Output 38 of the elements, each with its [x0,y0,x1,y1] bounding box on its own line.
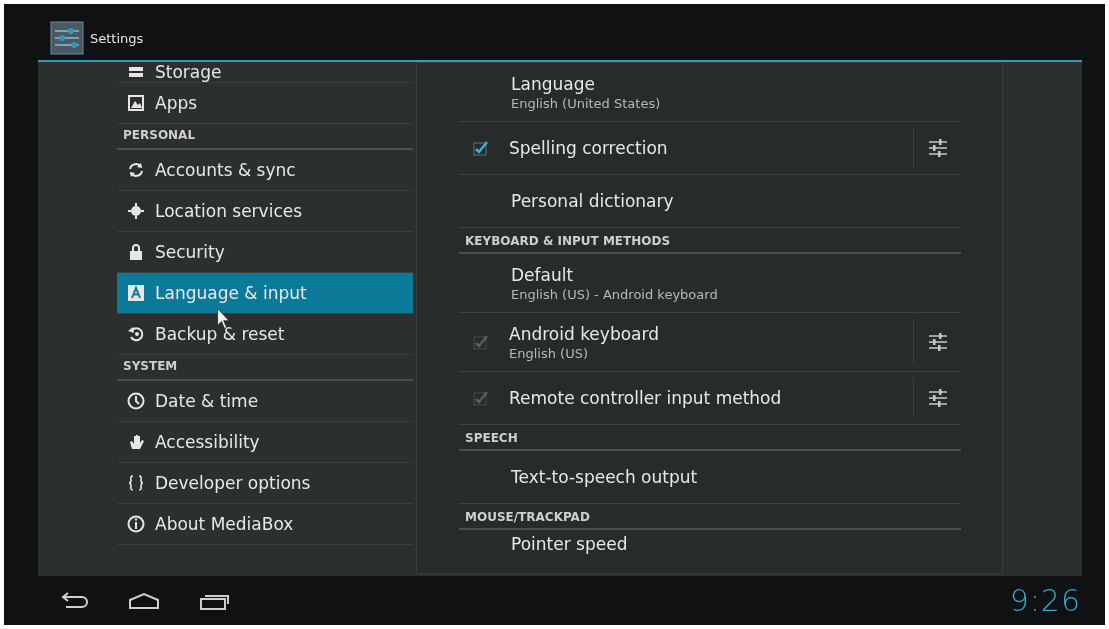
sidebar-item[interactable]: Language & input [117,273,413,314]
settings-sliders-icon[interactable] [926,137,949,159]
section-header: SYSTEM [117,355,413,381]
setting-summary: English (United States) [511,95,662,111]
picture-icon [127,94,145,112]
setting-summary: English (US) - Android keyboard [511,286,719,302]
braces-icon [127,474,145,492]
setting-title[interactable]: Pointer speed [511,534,961,554]
restore-icon [127,325,145,343]
sidebar-item[interactable]: About MediaBox [117,504,413,545]
sidebar-item[interactable]: Accessibility [117,422,413,463]
sidebar-item[interactable]: Storage [117,62,413,83]
sync-icon [127,161,145,179]
clock: 9:26 [1009,583,1081,618]
sidebar-item[interactable]: Apps [117,83,413,124]
clock-icon [127,392,145,410]
keyboard-letter-icon [127,284,145,302]
section-header: KEYBOARD & INPUT METHODS [459,228,961,254]
setting-title[interactable]: Text-to-speech output [511,467,961,487]
section-header: MOUSE/TRACKPAD [459,504,961,530]
window-title: Settings [90,30,144,46]
sidebar-item[interactable]: Developer options [117,463,413,504]
setting-title[interactable]: Language [511,73,961,94]
setting-title[interactable]: Default [511,264,961,285]
sidebar-item[interactable]: Accounts & sync [117,150,413,191]
checkbox[interactable] [473,140,489,156]
hand-icon [127,433,145,451]
sidebar-item[interactable]: Date & time [117,381,413,422]
section-header: SPEECH [459,425,961,451]
location-icon [127,202,145,220]
setting-title[interactable]: Spelling correction [509,138,913,158]
lock-icon [127,243,145,261]
section-header: PERSONAL [117,124,413,150]
sidebar-item[interactable]: Location services [117,191,413,232]
info-icon [127,515,145,533]
settings-app-icon [50,21,84,55]
setting-summary: English (US) [509,345,589,361]
setting-title[interactable]: Personal dictionary [511,191,961,211]
